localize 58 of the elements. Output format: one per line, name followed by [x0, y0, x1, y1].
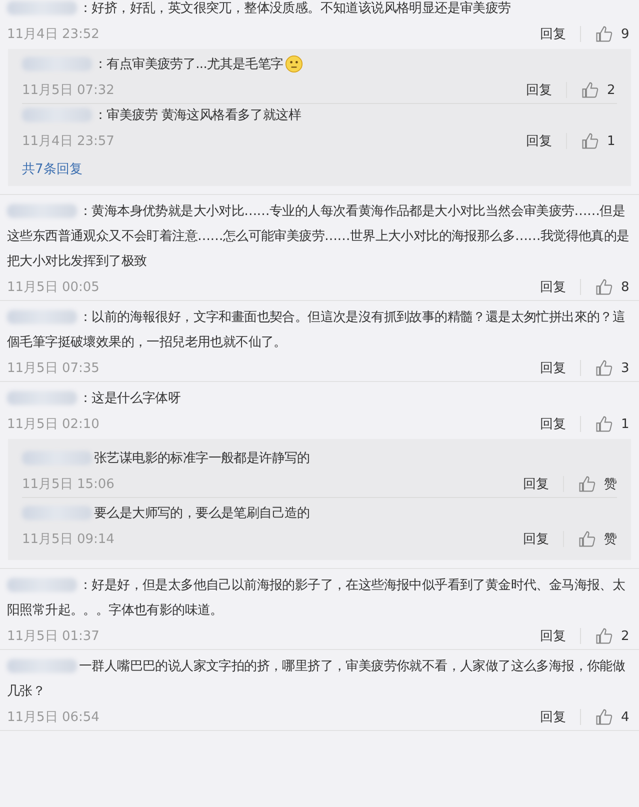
- like-count: 8: [621, 280, 630, 294]
- thumbs-up-icon[interactable]: [578, 530, 596, 548]
- thumbs-up-icon[interactable]: [595, 359, 613, 377]
- like-count: 2: [607, 82, 616, 98]
- comment-time: 11月4日 23:52: [7, 26, 100, 43]
- comment-text: ：这是什么字体呀: [7, 386, 631, 411]
- reply-time: 11月5日 07:32: [22, 82, 114, 99]
- blurred-name: [7, 310, 77, 324]
- reply-link[interactable]: 回复: [540, 25, 566, 43]
- blurred-name: [7, 204, 77, 218]
- reply-link[interactable]: 回复: [526, 81, 552, 99]
- reply-link[interactable]: 回复: [540, 278, 566, 296]
- comment-time: 11月5日 00:05: [7, 279, 100, 296]
- reply-link[interactable]: 回复: [540, 359, 566, 377]
- like-count: 2: [621, 628, 630, 644]
- like-count: 1: [607, 134, 616, 148]
- thumbs-up-icon[interactable]: [595, 627, 613, 645]
- smiley-icon: [285, 55, 304, 74]
- comment-time: 11月5日 06:54: [7, 709, 100, 726]
- like-count: 4: [621, 710, 630, 724]
- comment-text: ：黄海本身优势就是大小对比……专业的人每次看黄海作品都是大小对比当然会审美疲劳……但是这些东西普通观众又不会盯着注意……怎么可能审美疲劳……世界上大小对比的海报那么多……我觉得他真的是把大小对比发挥到了极致: [7, 203, 630, 271]
- thumbs-up-icon[interactable]: [595, 25, 613, 43]
- thumbs-up-icon[interactable]: [578, 475, 596, 493]
- comment-text: ：好是好，但是太多他自己以前海报的影子了，在这些海报中似乎看到了黄金时代、金马海报、太阳照常升起。。。字体也有影的味道。: [7, 577, 626, 620]
- blurred-name: [7, 1, 77, 16]
- comment-text: ：以前的海報很好，文字和畫面也契合。但這次是沒有抓到故事的精髓？還是太匆忙拼出來的？這個毛筆字挺破壞效果的，一招兒老用也就不仙了。: [7, 309, 626, 352]
- reply-link[interactable]: 回复: [540, 708, 566, 726]
- thumbs-up-icon[interactable]: [581, 132, 599, 150]
- blurred-name: [7, 659, 77, 674]
- blurred-name: [7, 578, 77, 592]
- like-count: 赞: [604, 531, 617, 548]
- blurred-name: [7, 391, 77, 406]
- comment-text: 一群人嘴巴巴的说人家文字拍的挤，哪里挤了，审美疲劳你就不看，人家做了这么多海报，你能做几张？: [7, 658, 626, 701]
- comment-time: 11月5日 07:35: [7, 360, 100, 377]
- reply-text: ：有点审美疲劳了...尤其是毛笔字: [22, 52, 617, 77]
- reply-link[interactable]: 回复: [523, 475, 549, 493]
- more-replies-link[interactable]: 共7条回复: [22, 154, 617, 178]
- reply-link[interactable]: 回复: [523, 530, 549, 548]
- reply-link[interactable]: 回复: [526, 132, 552, 150]
- reply-link[interactable]: 回复: [540, 415, 566, 433]
- reply-time: 11月5日 09:14: [22, 531, 114, 548]
- thumbs-up-icon[interactable]: [581, 81, 599, 99]
- reply-text: 张艺谋电影的标准字一般都是许静写的: [22, 446, 617, 471]
- reply-text: ：审美疲劳 黄海这风格看多了就这样: [22, 103, 617, 128]
- reply-link[interactable]: 回复: [540, 627, 566, 645]
- reply-text: 要么是大师写的，要么是笔刷自己造的: [22, 501, 617, 526]
- reply-time: 11月4日 23:57: [22, 133, 114, 150]
- thumbs-up-icon[interactable]: [595, 708, 613, 726]
- thumbs-up-icon[interactable]: [595, 278, 613, 296]
- like-count: 9: [621, 26, 630, 42]
- like-count: 3: [621, 360, 630, 376]
- reply-time: 11月5日 15:06: [22, 476, 114, 493]
- like-count: 赞: [604, 476, 617, 493]
- comment-time: 11月5日 02:10: [7, 416, 100, 433]
- comment-text: ：好挤，好乱，英文很突兀，整体没质感。不知道该说风格明显还是审美疲劳: [7, 0, 631, 21]
- thumbs-up-icon[interactable]: [595, 415, 613, 433]
- comment-time: 11月5日 01:37: [7, 628, 100, 645]
- like-count: 1: [621, 416, 630, 432]
